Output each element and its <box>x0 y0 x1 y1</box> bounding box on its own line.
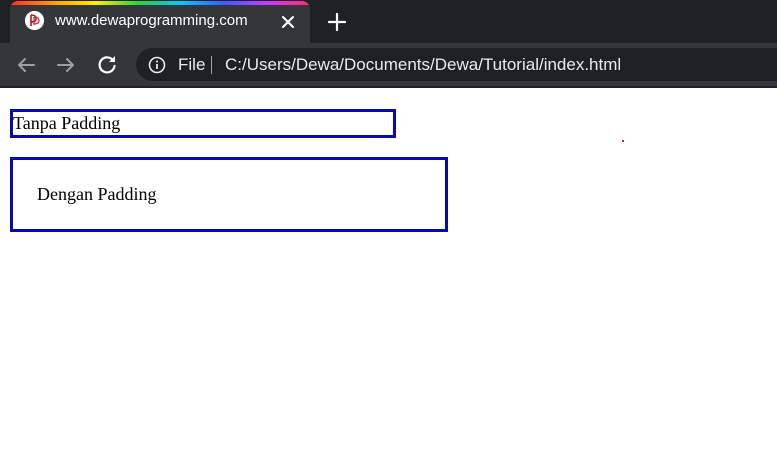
page-content: Tanpa Padding Dengan Padding <box>0 88 777 473</box>
url-text[interactable]: C:/Users/Dewa/Documents/Dewa/Tutorial/in… <box>225 55 621 75</box>
arrow-left-icon[interactable] <box>14 53 38 77</box>
browser-toolbar: File C:/Users/Dewa/Documents/Dewa/Tutori… <box>0 43 777 86</box>
address-divider <box>211 56 212 74</box>
stray-pixel <box>622 140 624 142</box>
address-bar[interactable]: File C:/Users/Dewa/Documents/Dewa/Tutori… <box>136 48 777 81</box>
tab-strip: www.dewaprogramming.com <box>0 0 777 43</box>
dewaprogramming-favicon-icon <box>25 11 44 30</box>
box-without-padding: Tanpa Padding <box>10 109 396 138</box>
active-tab[interactable]: www.dewaprogramming.com <box>10 1 310 43</box>
tab-rainbow-stripe <box>10 1 310 5</box>
box-with-padding: Dengan Padding <box>10 157 448 232</box>
tab-title: www.dewaprogramming.com <box>55 12 248 29</box>
reload-icon[interactable] <box>95 53 119 77</box>
plus-icon[interactable] <box>326 11 348 33</box>
arrow-right-icon[interactable] <box>54 53 78 77</box>
close-icon[interactable] <box>278 12 298 32</box>
browser-window: www.dewaprogramming.com File C:/Users/De… <box>0 0 777 473</box>
info-icon[interactable] <box>148 56 166 74</box>
scheme-label: File <box>178 55 206 74</box>
